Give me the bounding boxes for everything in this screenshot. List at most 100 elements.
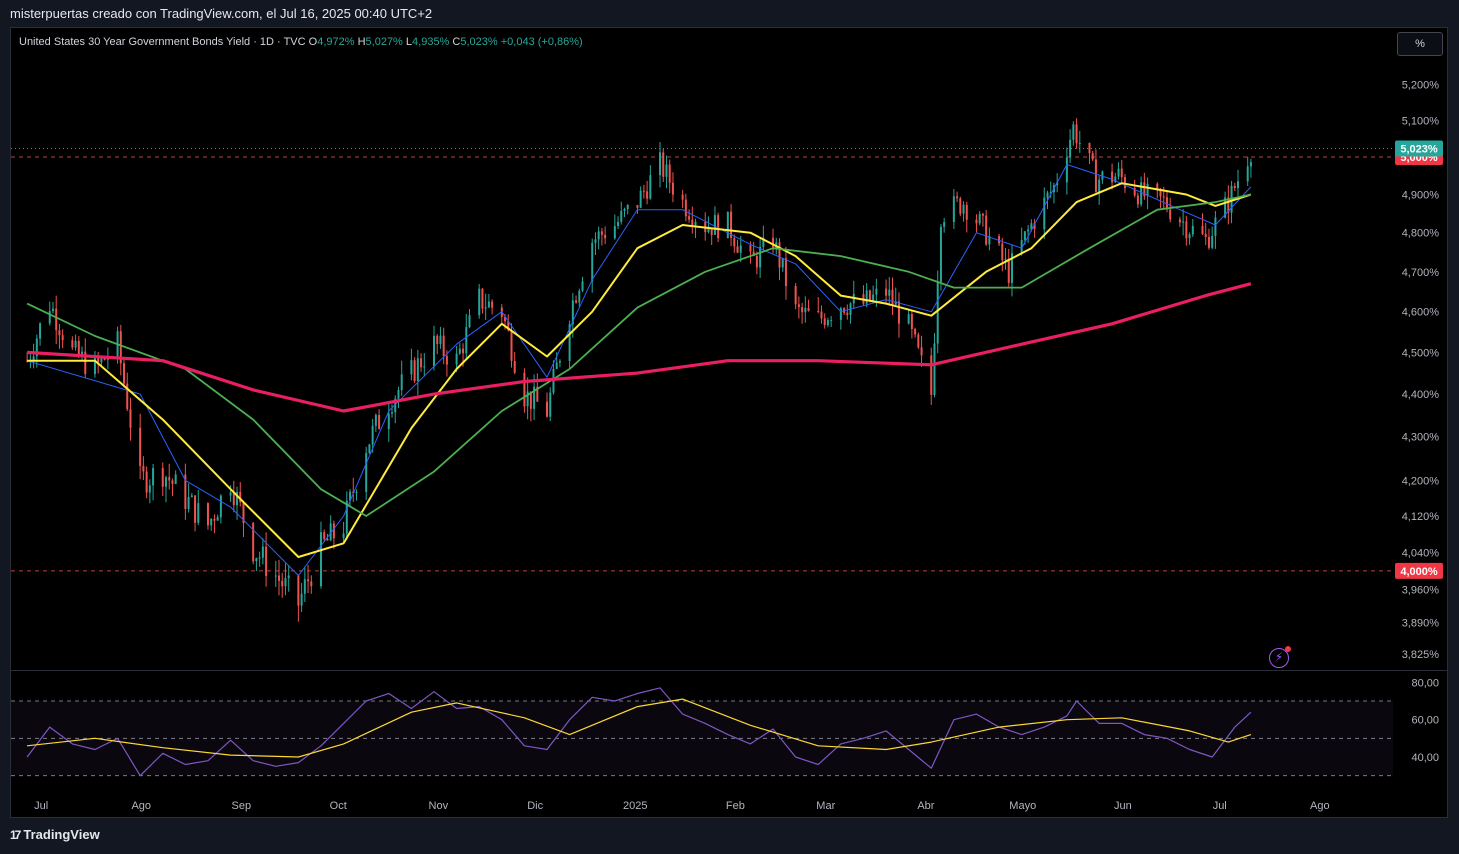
- candle-body: [1237, 181, 1240, 189]
- candle-body: [365, 452, 368, 492]
- candle-body: [891, 289, 894, 305]
- candle-body: [1004, 258, 1007, 261]
- candle-body: [139, 427, 142, 466]
- candle-body: [71, 340, 74, 348]
- candle-body: [613, 226, 616, 239]
- candle-body: [597, 231, 600, 240]
- rsi-y-tick-label: 60,00: [1411, 715, 1439, 727]
- candle-body: [981, 213, 984, 216]
- candle-body: [985, 215, 988, 245]
- candle-body: [197, 503, 200, 523]
- candle-body: [1214, 217, 1217, 236]
- candle-body: [1191, 225, 1194, 235]
- candle-body: [668, 164, 671, 183]
- candle-body: [410, 360, 413, 375]
- candle-body: [510, 330, 513, 361]
- candle-body: [736, 246, 739, 253]
- candle-body: [77, 340, 80, 356]
- y-tick-label: 4,900%: [1402, 189, 1440, 201]
- candle-body: [1178, 219, 1181, 223]
- tradingview-footer: 17 TradingView: [10, 827, 100, 842]
- candle-body: [749, 245, 752, 252]
- candle-body: [897, 301, 900, 324]
- candle-body: [300, 593, 303, 606]
- chart-canvas[interactable]: 5,200% 5,100% 4,900% 4,800% 4,700% 4,600% 4,50…: [11, 28, 1447, 817]
- candle-body: [1098, 179, 1101, 193]
- unit-toggle-button[interactable]: %: [1397, 32, 1443, 56]
- candle-body: [1075, 124, 1078, 144]
- y-tick-label: 4,040%: [1402, 547, 1440, 559]
- candle-body: [1233, 185, 1236, 189]
- candle-body: [801, 307, 804, 313]
- candle-body: [487, 301, 490, 308]
- candle-body: [187, 496, 190, 509]
- candle-body: [872, 294, 875, 301]
- candle-body: [1117, 168, 1120, 177]
- candle-body: [194, 495, 197, 523]
- y-tick-label: 4,600%: [1402, 307, 1440, 319]
- candle-body: [626, 205, 629, 210]
- candle-body: [391, 412, 394, 414]
- y-tick-label: 4,200%: [1402, 475, 1440, 487]
- candle-body: [303, 579, 306, 594]
- x-tick-label: Dic: [527, 800, 543, 812]
- candle-body: [58, 330, 61, 336]
- candle-body: [161, 468, 164, 487]
- moving-average-line: [26, 164, 1252, 576]
- candle-body: [123, 363, 126, 384]
- candle-body: [1023, 231, 1026, 241]
- candle-body: [620, 210, 623, 222]
- candle-body: [1201, 225, 1204, 235]
- candle-body: [61, 335, 64, 341]
- candle-body: [865, 290, 868, 304]
- candle-body: [639, 190, 642, 208]
- candle-body: [1069, 139, 1072, 158]
- chart-panel[interactable]: 5,200% 5,100% 4,900% 4,800% 4,700% 4,600% 4,50…: [10, 27, 1448, 818]
- candle-body: [684, 199, 687, 217]
- alert-icon[interactable]: ⚡: [1269, 646, 1291, 668]
- candle-body: [332, 523, 335, 539]
- candle-body: [190, 495, 193, 497]
- candle-body: [962, 204, 965, 214]
- x-tick-label: Mar: [816, 800, 835, 812]
- x-tick-label: Ago: [1310, 800, 1330, 812]
- candle-body: [1146, 183, 1149, 197]
- x-tick-label: Nov: [429, 800, 449, 812]
- candle-body: [342, 533, 345, 539]
- candle-body: [933, 343, 936, 395]
- candle-body: [462, 348, 465, 354]
- candle-body: [55, 308, 58, 331]
- candle-body: [51, 308, 54, 312]
- candle-body: [623, 209, 626, 211]
- candle-body: [265, 546, 268, 576]
- candle-body: [1123, 177, 1126, 189]
- candle-body: [513, 360, 516, 373]
- candle-body: [717, 215, 720, 239]
- candle-body: [436, 335, 439, 345]
- y-tick-label: 3,890%: [1402, 618, 1440, 630]
- candle-body: [1091, 153, 1094, 160]
- candle-body: [1246, 166, 1249, 182]
- candle-body: [846, 312, 849, 316]
- candle-body: [458, 348, 461, 354]
- candle-body: [778, 242, 781, 268]
- candle-body: [713, 215, 716, 235]
- legend-high-label: H: [357, 36, 366, 48]
- candle-body: [888, 289, 891, 296]
- candle-body: [917, 334, 920, 348]
- candle-body: [659, 152, 662, 176]
- candle-body: [307, 579, 310, 582]
- candle-body: [665, 164, 668, 177]
- candle-body: [455, 353, 458, 365]
- candle-body: [465, 327, 468, 354]
- candle-body: [839, 308, 842, 320]
- y-tick-label: 4,700%: [1402, 267, 1440, 279]
- candle-body: [32, 356, 35, 360]
- candle-body: [807, 308, 810, 312]
- candle-body: [171, 480, 174, 484]
- y-tick-label: 4,120%: [1402, 511, 1440, 523]
- candle-body: [978, 213, 981, 224]
- candle-body: [39, 323, 42, 339]
- candle-body: [374, 414, 377, 426]
- candle-body: [755, 255, 758, 268]
